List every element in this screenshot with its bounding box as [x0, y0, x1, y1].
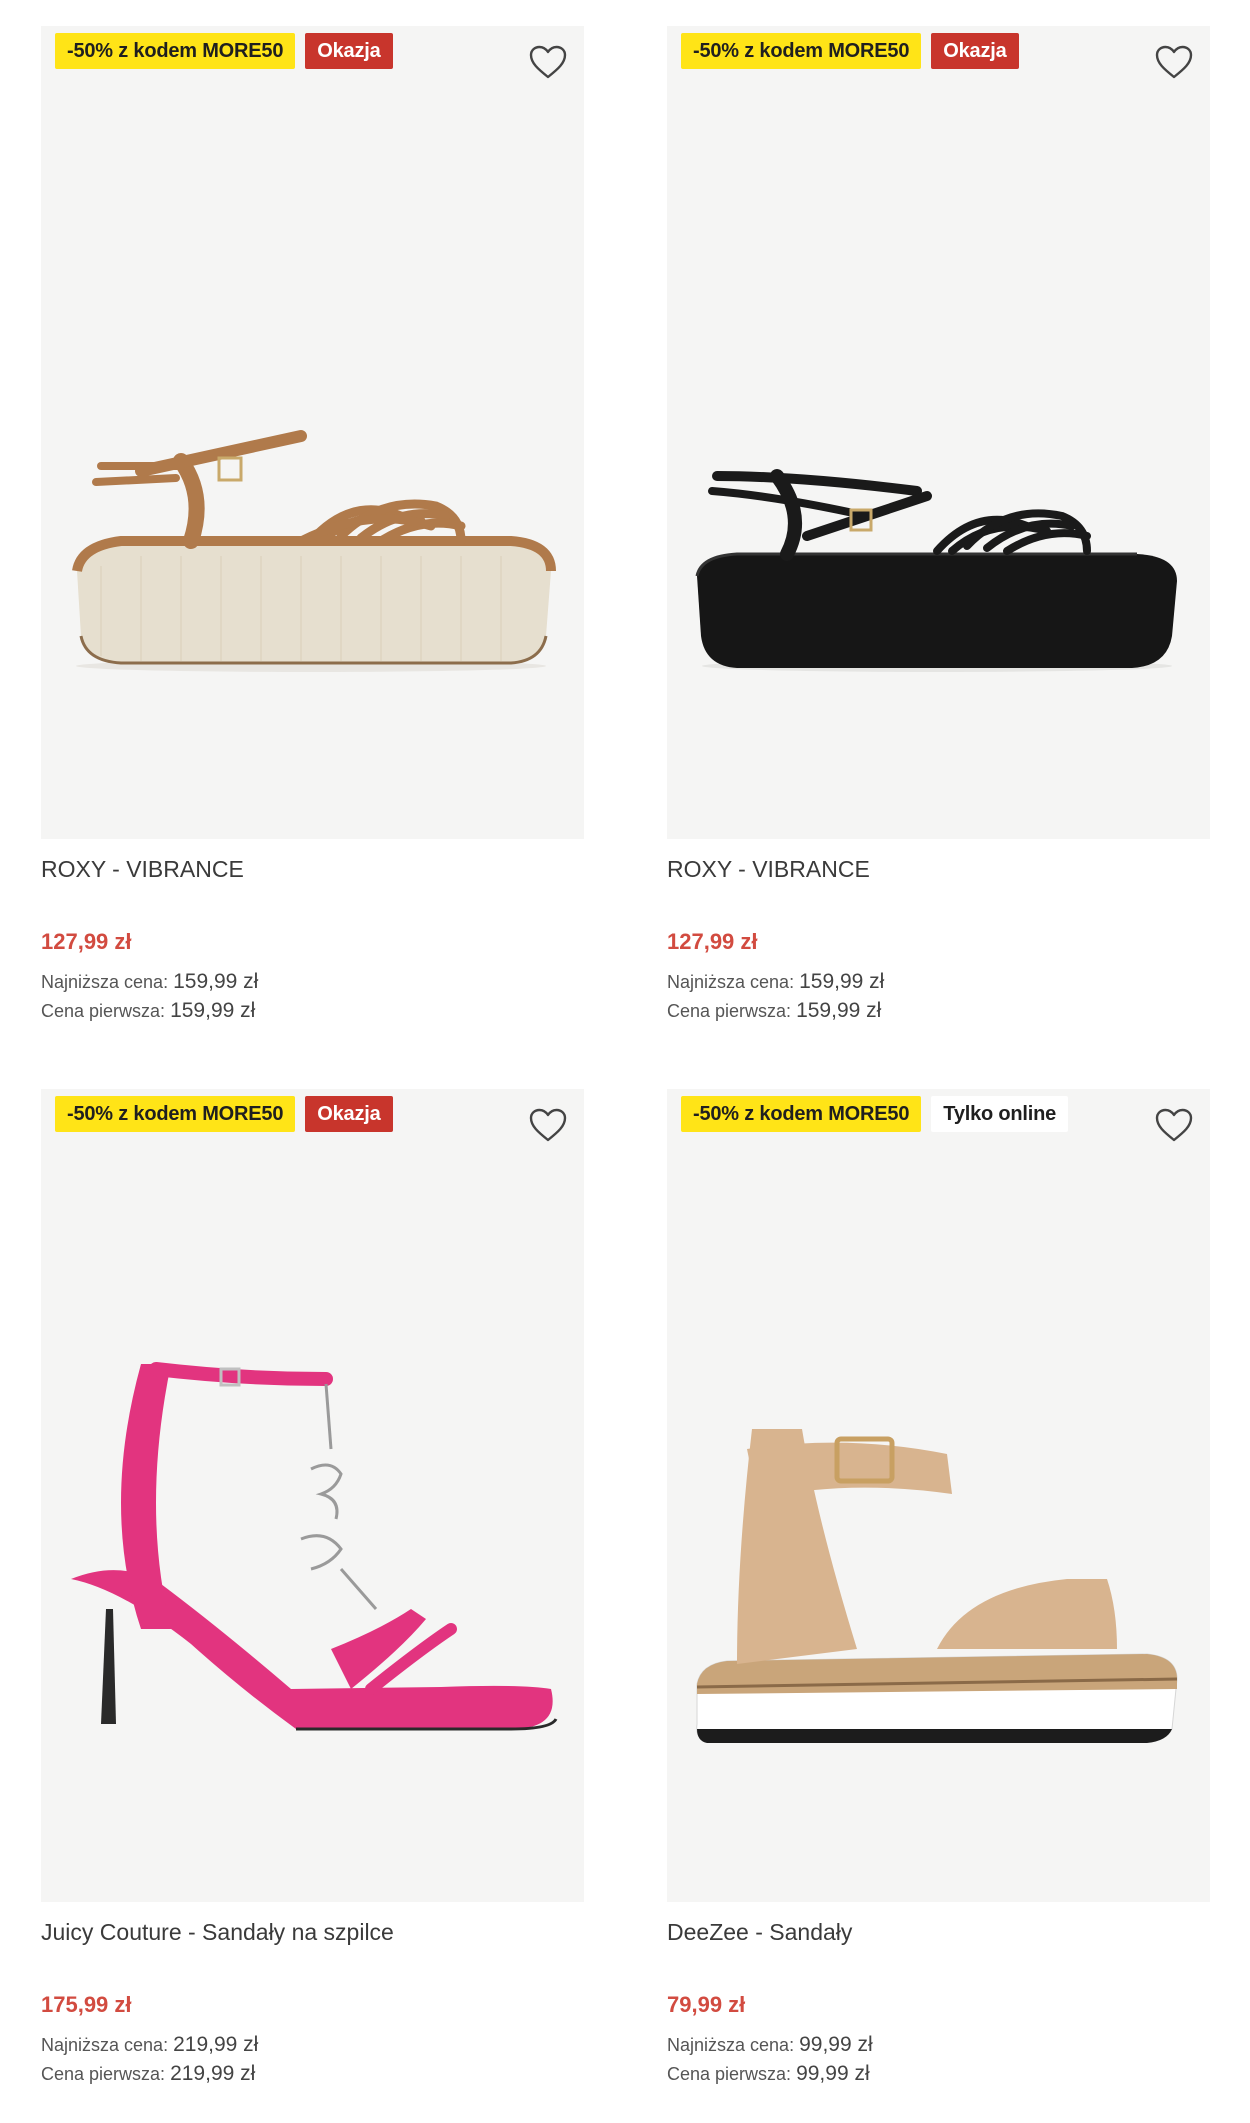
heart-outline-icon[interactable]	[1154, 1107, 1194, 1143]
first-price-label: Cena pierwsza:	[41, 1001, 166, 1021]
product-price: 127,99 zł	[667, 929, 758, 954]
first-price-label: Cena pierwsza:	[41, 2064, 166, 2084]
product-price: 127,99 zł	[41, 929, 132, 954]
first-price-label: Cena pierwsza:	[667, 2064, 792, 2084]
first-price-value: 159,99 zł	[796, 999, 882, 1022]
product-image[interactable]: -50% z kodem MORE50 Tylko online	[667, 1089, 1210, 1902]
first-price-value: 99,99 zł	[796, 2062, 870, 2085]
black-platform-sandal-image	[695, 469, 1177, 672]
lowest-price-value: 159,99 zł	[799, 970, 885, 993]
first-price-value: 219,99 zł	[170, 2062, 256, 2085]
heart-outline-icon[interactable]	[528, 1107, 568, 1143]
lowest-price-row: Najniższa cena: 99,99 zł	[667, 2033, 873, 2057]
deal-badge: Okazja	[931, 33, 1019, 69]
brown-platform-sandal-image	[72, 430, 556, 672]
product-name[interactable]: DeeZee - Sandały	[667, 1919, 852, 1946]
lowest-price-label: Najniższa cena:	[667, 972, 795, 992]
deal-badge: Okazja	[305, 33, 393, 69]
product-image[interactable]: -50% z kodem MORE50 Okazja	[41, 1089, 584, 1902]
beige-wedge-sandal-image	[696, 1429, 1178, 1743]
first-price-row: Cena pierwsza: 99,99 zł	[667, 2062, 870, 2086]
product-price: 175,99 zł	[41, 1992, 132, 2017]
first-price-value: 159,99 zł	[170, 999, 256, 1022]
product-image[interactable]: -50% z kodem MORE50 Okazja	[667, 26, 1210, 839]
lowest-price-label: Najniższa cena:	[41, 972, 169, 992]
product-name[interactable]: ROXY - VIBRANCE	[41, 856, 244, 883]
first-price-row: Cena pierwsza: 159,99 zł	[41, 999, 255, 1023]
promo-code-badge: -50% z kodem MORE50	[55, 33, 296, 69]
heart-outline-icon[interactable]	[528, 44, 568, 80]
heart-outline-icon[interactable]	[1154, 44, 1194, 80]
lowest-price-label: Najniższa cena:	[667, 2035, 795, 2055]
promo-code-badge: -50% z kodem MORE50	[681, 33, 922, 69]
product-name[interactable]: ROXY - VIBRANCE	[667, 856, 870, 883]
lowest-price-value: 159,99 zł	[173, 970, 259, 993]
product-price: 79,99 zł	[667, 1992, 746, 2017]
lowest-price-row: Najniższa cena: 219,99 zł	[41, 2033, 258, 2057]
first-price-row: Cena pierwsza: 159,99 zł	[667, 999, 881, 1023]
first-price-row: Cena pierwsza: 219,99 zł	[41, 2062, 255, 2086]
lowest-price-label: Najniższa cena:	[41, 2035, 169, 2055]
promo-code-badge: -50% z kodem MORE50	[681, 1096, 922, 1132]
lowest-price-row: Najniższa cena: 159,99 zł	[667, 970, 884, 994]
product-name[interactable]: Juicy Couture - Sandały na szpilce	[41, 1919, 394, 1946]
pink-heel-sandal-image	[71, 1362, 558, 1731]
lowest-price-value: 219,99 zł	[173, 2033, 259, 2056]
lowest-price-value: 99,99 zł	[799, 2033, 873, 2056]
first-price-label: Cena pierwsza:	[667, 1001, 792, 1021]
lowest-price-row: Najniższa cena: 159,99 zł	[41, 970, 258, 994]
online-only-badge: Tylko online	[931, 1096, 1069, 1132]
promo-code-badge: -50% z kodem MORE50	[55, 1096, 296, 1132]
product-image[interactable]: -50% z kodem MORE50 Okazja	[41, 26, 584, 839]
deal-badge: Okazja	[305, 1096, 393, 1132]
